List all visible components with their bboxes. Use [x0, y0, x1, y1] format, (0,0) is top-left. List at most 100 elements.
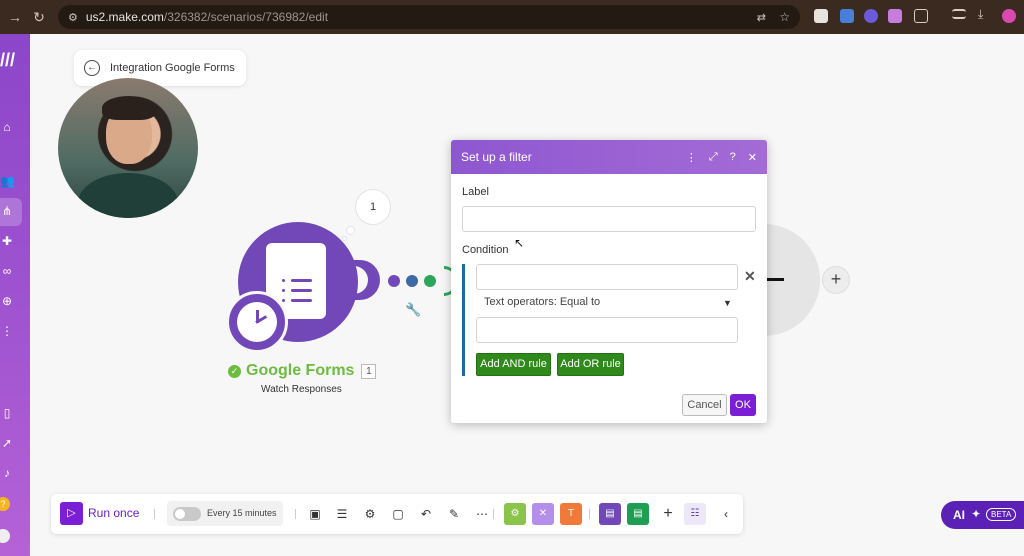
ai-assistant-button[interactable]: AI ✦ BETA	[941, 501, 1024, 529]
webcam-overlay	[58, 78, 198, 218]
make-logo[interactable]: ///	[0, 50, 16, 71]
divider	[493, 509, 494, 519]
more-icon[interactable]: ⋮	[0, 324, 14, 338]
team-icon[interactable]: 👥	[0, 174, 15, 188]
condition-caption: Condition	[462, 244, 509, 256]
eyedropper-extension-icon[interactable]	[814, 9, 828, 23]
module-label: ✓ Google Forms 1	[228, 362, 377, 380]
add-module-button[interactable]: +	[822, 266, 850, 294]
notifications-icon[interactable]: ♪	[0, 466, 14, 480]
expand-icon[interactable]: ⤢	[709, 151, 718, 164]
play-icon[interactable]: ▷	[60, 502, 83, 525]
route-dot	[388, 275, 400, 287]
bookmark-star-icon[interactable]: ☆	[779, 10, 790, 24]
webcam-person-hair	[102, 96, 156, 120]
docs-extension-icon[interactable]	[840, 9, 854, 23]
close-icon[interactable]: ✕	[748, 151, 757, 164]
module-name: Google Forms	[246, 362, 355, 379]
scenarios-icon[interactable]: ⋔	[0, 204, 14, 218]
save-icon[interactable]: ▣	[307, 506, 323, 522]
bottom-toolbar: ▷ Run once Every 15 minutes ▣ ☰ ⚙ ▢ ↶ ✎ …	[51, 494, 743, 534]
route-dot	[406, 275, 418, 287]
next-module-dash	[766, 278, 784, 281]
undo-icon[interactable]: ↶	[418, 506, 434, 522]
add-or-rule-button[interactable]: Add OR rule	[557, 353, 624, 376]
connections-icon[interactable]: ∞	[0, 264, 14, 278]
divider	[589, 509, 590, 519]
divider	[295, 509, 296, 519]
browser-toolbar: → ↻ ⚙ us2.make.com/326382/scenarios/7369…	[0, 0, 1024, 34]
dialog-header: Set up a filter ⋮ ⤢ ? ✕	[451, 140, 767, 174]
check-icon: ✓	[228, 364, 241, 378]
chevron-down-icon[interactable]: ▼	[723, 298, 732, 308]
text-parser-icon[interactable]: T	[560, 503, 582, 525]
schedule-toggle[interactable]	[173, 507, 201, 521]
schedule-clock-icon[interactable]	[226, 291, 288, 353]
cancel-button[interactable]: Cancel	[682, 394, 727, 416]
url-text: us2.make.com/326382/scenarios/736982/edi…	[85, 10, 329, 24]
operator-select[interactable]: Text operators: Equal to	[484, 296, 600, 308]
run-once-button[interactable]: Run once	[88, 506, 139, 520]
rocket-icon[interactable]: ➚	[0, 436, 14, 450]
google-sheets-app-icon[interactable]: ▤	[627, 503, 649, 525]
label-caption: Label	[462, 186, 489, 198]
profile-avatar[interactable]	[1002, 9, 1016, 23]
more-horizontal-icon[interactable]: ⋯	[474, 506, 490, 522]
site-settings-icon[interactable]: ⚙	[68, 11, 78, 24]
dialog-title: Set up a filter	[461, 150, 532, 164]
extension-icon[interactable]	[888, 9, 902, 23]
address-bar[interactable]: ⚙ us2.make.com/326382/scenarios/736982/e…	[58, 5, 800, 29]
bubble-tail	[346, 226, 355, 235]
extension-icon[interactable]	[864, 9, 878, 23]
collapse-chevron-icon[interactable]: ‹	[718, 506, 734, 522]
label-input[interactable]	[462, 206, 756, 232]
route-dot	[424, 275, 436, 287]
filter-wrench-icon[interactable]: 🔧	[405, 302, 421, 318]
scenario-title[interactable]: Integration Google Forms	[110, 62, 235, 74]
more-options-icon[interactable]: ⋮	[686, 151, 697, 164]
divider	[154, 509, 155, 519]
table-icon[interactable]: ☰	[334, 506, 350, 522]
forward-icon[interactable]: →	[4, 9, 26, 25]
magic-wand-icon[interactable]: ✎	[446, 506, 462, 522]
beta-badge: BETA	[986, 508, 1017, 521]
back-arrow-icon[interactable]: ←	[84, 60, 100, 76]
notes-icon[interactable]: ▢	[390, 506, 406, 522]
bubble-tail	[342, 236, 347, 241]
ai-label: AI	[953, 508, 965, 522]
module-badge: 1	[361, 363, 377, 379]
scenario-title-bar: ← Integration Google Forms	[74, 50, 246, 86]
checklist-icon[interactable]: ☷	[684, 503, 706, 525]
settings-gear-icon[interactable]: ⚙	[362, 506, 378, 522]
tools-module-icon[interactable]: ⚙	[504, 503, 526, 525]
help-icon[interactable]: ?	[0, 497, 10, 511]
extensions-puzzle-icon[interactable]	[914, 9, 928, 23]
google-forms-app-icon[interactable]: ▤	[599, 503, 621, 525]
filter-dialog: Set up a filter ⋮ ⤢ ? ✕ Label Condition …	[451, 140, 767, 423]
schedule-text: Every 15 minutes	[207, 508, 277, 518]
webcam-person-shirt	[78, 173, 178, 218]
remove-condition-icon[interactable]: ✕	[744, 268, 756, 285]
translate-icon[interactable]: ⇄	[757, 11, 766, 24]
flow-control-icon[interactable]: ✕	[532, 503, 554, 525]
add-app-icon[interactable]: +	[660, 506, 676, 522]
ok-button[interactable]: OK	[730, 394, 756, 416]
download-icon[interactable]: ⤓	[978, 7, 992, 21]
first-operand-input[interactable]	[476, 264, 738, 290]
module-subtitle: Watch Responses	[261, 384, 342, 395]
operations-count-bubble[interactable]: 1	[355, 189, 391, 225]
add-and-rule-button[interactable]: Add AND rule	[476, 353, 551, 376]
templates-icon[interactable]: ✚	[0, 234, 14, 248]
mouse-cursor: ↖	[514, 236, 525, 250]
schedule-control[interactable]: Every 15 minutes	[167, 501, 283, 526]
left-sidebar: /// ⌂ 👥 ⋔ ✚ ∞ ⊕ ⋮ ▯ ➚ ♪ ?	[0, 34, 30, 556]
reading-list-icon[interactable]	[952, 9, 966, 19]
docs-icon[interactable]: ▯	[0, 406, 14, 420]
user-avatar[interactable]	[0, 529, 10, 543]
home-icon[interactable]: ⌂	[0, 120, 14, 134]
second-operand-input[interactable]	[476, 317, 738, 343]
help-icon[interactable]: ?	[730, 151, 736, 163]
reload-icon[interactable]: ↻	[28, 9, 50, 26]
webhooks-icon[interactable]: ⊕	[0, 294, 14, 308]
sparkle-icon: ✦	[971, 507, 982, 521]
